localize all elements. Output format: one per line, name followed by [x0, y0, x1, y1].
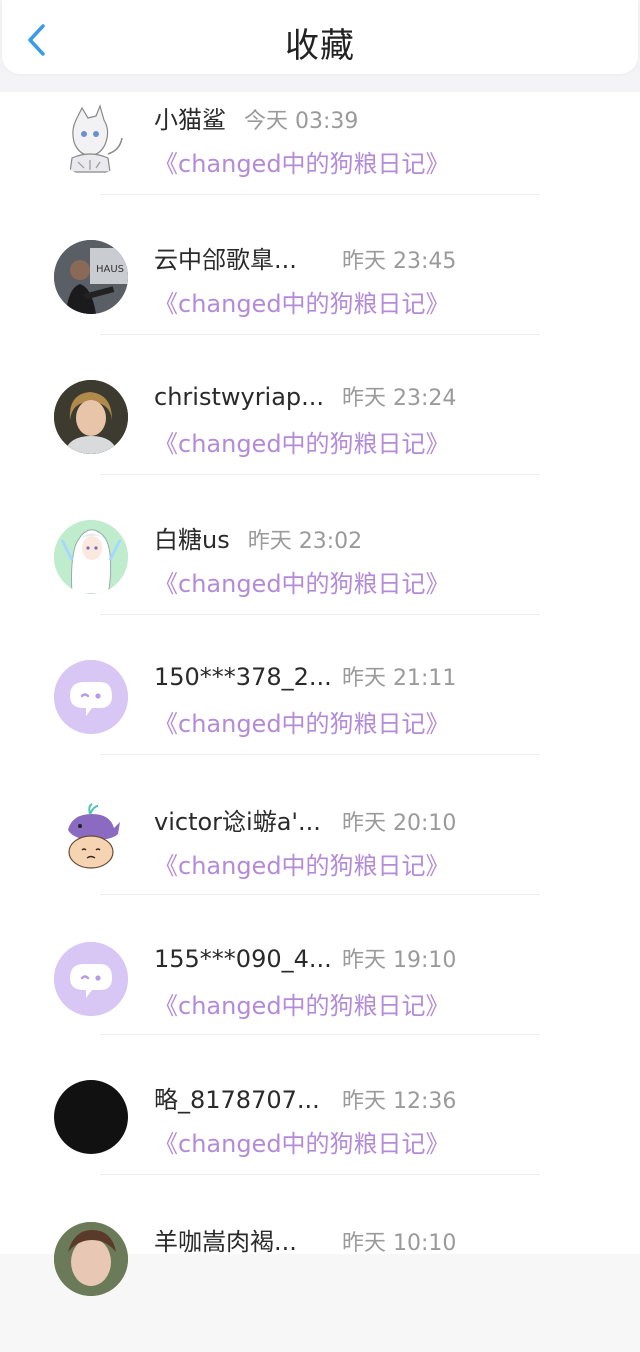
item-header: 羊咖嵩肉褐... 昨天 10:10 — [154, 1222, 456, 1256]
svg-text:HAUS: HAUS — [96, 264, 124, 275]
item-header: 155***090_4... 昨天 19:10 — [154, 942, 456, 976]
avatar[interactable]: HAUS — [54, 240, 128, 314]
book-link[interactable]: 《changed中的狗粮日记》 — [154, 284, 450, 319]
timestamp: 昨天 19:10 — [342, 948, 457, 973]
anime-cat-shark-avatar-icon — [54, 102, 128, 176]
book-link[interactable]: 《changed中的狗粮日记》 — [154, 424, 450, 459]
photo-avatar-icon: HAUS — [54, 240, 128, 314]
divider — [100, 474, 540, 475]
avatar[interactable] — [54, 660, 128, 734]
list-item[interactable]: 150***378_2... 昨天 21:11 《changed中的狗粮日记》 — [0, 652, 640, 792]
user-name[interactable]: christwyriap... — [154, 383, 324, 411]
divider — [100, 334, 540, 335]
list-item[interactable]: 155***090_4... 昨天 19:10 《changed中的狗粮日记》 — [0, 932, 640, 1072]
list-item[interactable]: victor谂i蝣a'... 昨天 20:10 《changed中的狗粮日记》 — [0, 792, 640, 932]
item-header: 云中郃歌臯... 昨天 23:45 — [154, 240, 456, 274]
avatar[interactable] — [54, 1080, 128, 1154]
favorites-list[interactable]: 小猫鲨 今天 03:39 《changed中的狗粮日记》 HAUS 云中郃歌臯.… — [0, 92, 640, 1296]
divider — [100, 614, 540, 615]
avatar[interactable] — [54, 942, 128, 1016]
timestamp: 昨天 23:45 — [342, 249, 457, 274]
divider — [100, 194, 540, 195]
book-link[interactable]: 《changed中的狗粮日记》 — [154, 704, 450, 739]
list-item[interactable]: 白糖us 昨天 23:02 《changed中的狗粮日记》 — [0, 512, 640, 652]
avatar[interactable] — [54, 102, 128, 176]
user-name[interactable]: 155***090_4... — [154, 945, 332, 973]
page-title: 收藏 — [285, 26, 355, 66]
user-name[interactable]: 云中郃歌臯... — [154, 240, 324, 275]
book-link[interactable]: 《changed中的狗粮日记》 — [154, 846, 450, 881]
timestamp: 昨天 12:36 — [342, 1089, 457, 1114]
photo-avatar-icon — [54, 1222, 128, 1296]
list-item[interactable]: 羊咖嵩肉褐... 昨天 10:10 — [0, 1212, 640, 1352]
book-link[interactable]: 《changed中的狗粮日记》 — [154, 1124, 450, 1159]
item-header: christwyriap... 昨天 23:24 — [154, 380, 456, 414]
avatar[interactable] — [54, 1222, 128, 1296]
default-chat-avatar-icon — [54, 942, 128, 1016]
avatar[interactable] — [54, 520, 128, 594]
user-name[interactable]: 150***378_2... — [154, 663, 332, 691]
timestamp: 昨天 10:10 — [342, 1231, 457, 1256]
item-header: 小猫鲨 今天 03:39 — [154, 100, 358, 134]
timestamp: 昨天 21:11 — [342, 666, 457, 691]
list-item[interactable]: HAUS 云中郃歌臯... 昨天 23:45 《changed中的狗粮日记》 — [0, 232, 640, 372]
item-header: 略_8178707... 昨天 12:36 — [154, 1080, 456, 1114]
anime-avatar-icon — [54, 520, 128, 594]
list-item[interactable]: 略_8178707... 昨天 12:36 《changed中的狗粮日记》 — [0, 1072, 640, 1212]
default-chat-avatar-icon — [54, 660, 128, 734]
item-header: victor谂i蝣a'... 昨天 20:10 — [154, 802, 456, 836]
top-bar: 收藏 — [0, 0, 640, 92]
book-link[interactable]: 《changed中的狗粮日记》 — [154, 144, 450, 179]
user-name[interactable]: 羊咖嵩肉褐... — [154, 1222, 324, 1257]
divider — [100, 1174, 540, 1175]
avatar[interactable] — [54, 800, 128, 874]
item-header: 150***378_2... 昨天 21:11 — [154, 660, 456, 694]
list-item[interactable]: 小猫鲨 今天 03:39 《changed中的狗粮日记》 — [0, 92, 640, 232]
header-card: 收藏 — [2, 0, 638, 74]
book-link[interactable]: 《changed中的狗粮日记》 — [154, 986, 450, 1021]
timestamp: 今天 03:39 — [244, 109, 359, 134]
divider — [100, 1034, 540, 1035]
divider — [100, 894, 540, 895]
item-header: 白糖us 昨天 23:02 — [154, 520, 362, 554]
user-name[interactable]: 略_8178707... — [154, 1080, 324, 1115]
avatar[interactable] — [54, 380, 128, 454]
book-link[interactable]: 《changed中的狗粮日记》 — [154, 564, 450, 599]
photo-avatar-icon — [54, 380, 128, 454]
timestamp: 昨天 23:24 — [342, 386, 457, 411]
user-name[interactable]: 小猫鲨 — [154, 100, 226, 135]
list-item[interactable]: christwyriap... 昨天 23:24 《changed中的狗粮日记》 — [0, 372, 640, 512]
user-name[interactable]: victor谂i蝣a'... — [154, 802, 324, 837]
whale-cartoon-avatar-icon — [54, 800, 128, 874]
divider — [100, 754, 540, 755]
user-name[interactable]: 白糖us — [154, 520, 230, 555]
timestamp: 昨天 23:02 — [247, 529, 363, 554]
timestamp: 昨天 20:10 — [342, 811, 457, 836]
